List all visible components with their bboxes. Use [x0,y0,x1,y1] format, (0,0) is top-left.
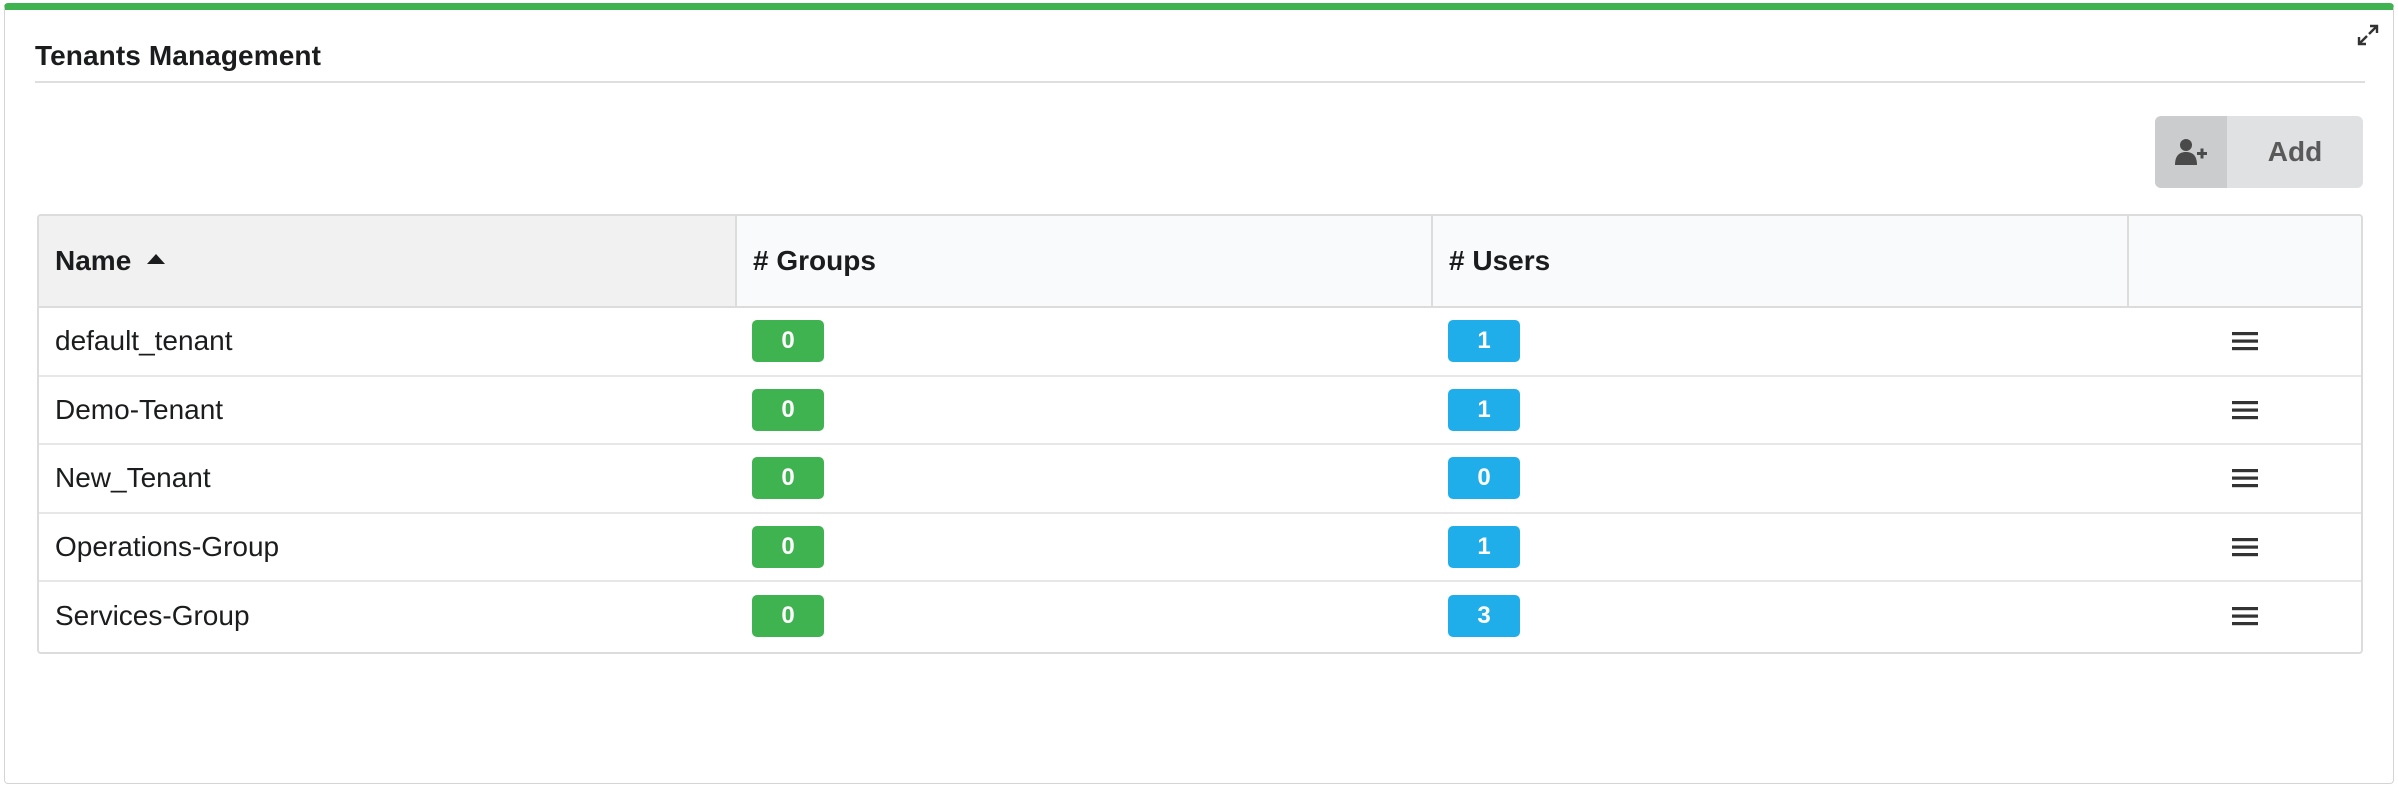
add-button-label: Add [2267,136,2323,167]
column-header-label: # Users [1449,245,1551,276]
actions-cell [2129,582,2361,651]
users-count-badge[interactable]: 1 [1448,525,1520,568]
column-header-groups[interactable]: # Groups [737,216,1433,306]
add-tenant-button[interactable]: Add [2155,116,2363,188]
column-header-actions [2129,216,2361,306]
user-plus-icon [2155,116,2227,188]
tenant-name: Services-Group [55,600,250,632]
users-count-badge[interactable]: 1 [1448,388,1520,431]
users-count-badge[interactable]: 0 [1448,457,1520,500]
menu-icon[interactable] [2230,466,2260,490]
groups-count-badge[interactable]: 0 [752,320,824,363]
tenants-widget: Tenants Management Add Name # Groups # U… [4,3,2394,784]
groups-cell: 0 [737,582,1433,651]
groups-count-badge[interactable]: 0 [752,595,824,638]
groups-cell: 0 [737,445,1433,512]
widget-title: Tenants Management [35,40,321,71]
menu-icon[interactable] [2230,329,2260,353]
actions-cell [2129,445,2361,512]
menu-icon[interactable] [2230,604,2260,628]
groups-cell: 0 [737,308,1433,375]
users-cell: 1 [1433,377,2129,444]
table-header: Name # Groups # Users [39,216,2361,308]
tenant-name: New_Tenant [55,462,211,494]
tenants-table: Name # Groups # Users default_tenant 0 1 [37,214,2363,654]
groups-count-badge[interactable]: 0 [752,388,824,431]
column-header-label: # Groups [753,245,876,276]
groups-cell: 0 [737,514,1433,581]
users-cell: 0 [1433,445,2129,512]
title-divider [35,81,2365,83]
users-count-badge[interactable]: 1 [1448,320,1520,363]
actions-cell [2129,377,2361,444]
sort-ascending-icon [147,254,166,264]
table-row[interactable]: default_tenant 0 1 [39,308,2361,377]
expand-icon[interactable] [2357,24,2379,46]
tenant-name: default_tenant [55,325,233,357]
menu-icon[interactable] [2230,398,2260,422]
table-row[interactable]: Operations-Group 0 1 [39,514,2361,582]
column-header-users[interactable]: # Users [1433,216,2129,306]
users-cell: 1 [1433,514,2129,581]
tenant-name: Operations-Group [55,530,280,562]
actions-cell [2129,514,2361,581]
table-row[interactable]: Demo-Tenant 0 1 [39,377,2361,445]
groups-count-badge[interactable]: 0 [752,457,824,500]
column-header-name[interactable]: Name [39,216,737,306]
users-cell: 1 [1433,308,2129,375]
table-row[interactable]: New_Tenant 0 0 [39,445,2361,514]
column-header-label: Name [55,245,132,276]
groups-count-badge[interactable]: 0 [752,525,824,568]
groups-cell: 0 [737,377,1433,444]
table-row[interactable]: Services-Group 0 3 [39,582,2361,651]
actions-cell [2129,308,2361,375]
users-count-badge[interactable]: 3 [1448,595,1520,638]
users-cell: 3 [1433,582,2129,651]
tenant-name: Demo-Tenant [55,393,224,425]
menu-icon[interactable] [2230,535,2260,559]
